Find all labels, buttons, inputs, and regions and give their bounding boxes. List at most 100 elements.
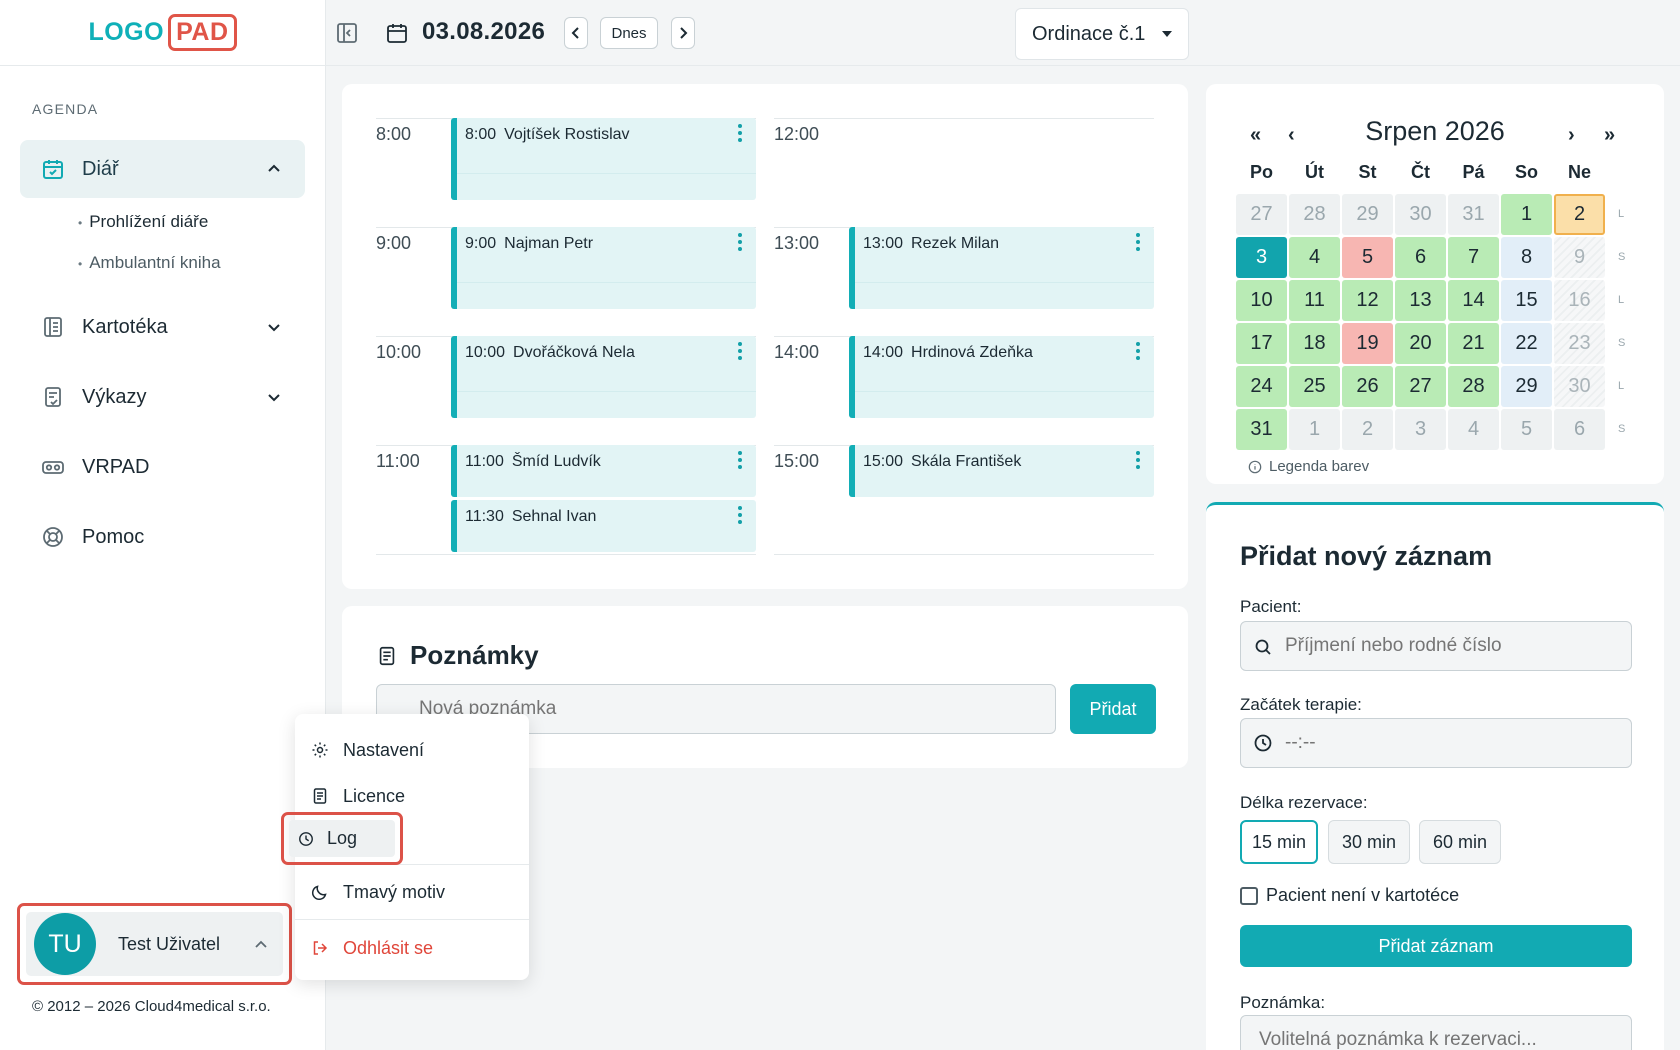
more-vertical-icon[interactable] <box>738 233 742 255</box>
sidebar-subitem-ambulantni-kniha[interactable]: • Ambulantní kniha <box>78 253 221 273</box>
weekday-header: Ne <box>1567 162 1591 182</box>
calendar-day[interactable]: 16 <box>1554 280 1605 321</box>
calendar-day[interactable]: 3 <box>1395 409 1446 450</box>
calendar-day[interactable]: 2 <box>1342 409 1393 450</box>
calendar-day[interactable]: 6 <box>1395 237 1446 278</box>
calendar-day[interactable]: 18 <box>1289 323 1340 364</box>
appointment-block[interactable]: 15:00 Skála František <box>849 445 1154 497</box>
sidebar-item-kartoteka[interactable]: Kartotéka <box>20 298 305 356</box>
calendar-day[interactable]: 29 <box>1501 366 1552 407</box>
chevron-down-icon[interactable] <box>265 388 283 406</box>
calendar-day[interactable]: 25 <box>1289 366 1340 407</box>
chevron-right-icon <box>680 27 688 39</box>
more-vertical-icon[interactable] <box>738 124 742 146</box>
calendar-day[interactable]: 28 <box>1289 194 1340 235</box>
calendar-day[interactable]: 7 <box>1448 237 1499 278</box>
color-legend[interactable]: Legenda barev <box>1248 458 1369 475</box>
calendar-day[interactable]: 6 <box>1554 409 1605 450</box>
calendar-day[interactable]: 31 <box>1236 409 1287 450</box>
appointment-block[interactable]: 8:00 Vojtíšek Rostislav <box>451 118 756 200</box>
more-vertical-icon[interactable] <box>738 506 742 528</box>
sidebar-item-vrpad[interactable]: VRPAD <box>20 438 305 496</box>
patient-search-input[interactable] <box>1240 621 1632 671</box>
logo-area: LOGO PAD <box>0 0 325 66</box>
calendar-day[interactable]: 27 <box>1236 194 1287 235</box>
calendar-day[interactable]: 2 <box>1554 194 1605 235</box>
calendar-day[interactable]: 30 <box>1395 194 1446 235</box>
sidebar-item-vykazy[interactable]: Výkazy <box>20 368 305 426</box>
hour-label: 12:00 <box>774 124 820 144</box>
user-card[interactable]: TU Test Uživatel <box>26 912 283 976</box>
calendar-day[interactable]: 22 <box>1501 323 1552 364</box>
sidebar-toggle-icon[interactable] <box>335 21 359 45</box>
appointment-block[interactable]: 11:30 Sehnal Ivan <box>451 500 756 552</box>
prev-day-button[interactable] <box>564 17 588 49</box>
calendar-day[interactable]: 23 <box>1554 323 1605 364</box>
calendar-day[interactable]: 19 <box>1342 323 1393 364</box>
calendar-day[interactable]: 29 <box>1342 194 1393 235</box>
calendar-day[interactable]: 27 <box>1395 366 1446 407</box>
appointment-block[interactable]: 14:00 Hrdinová Zdeňka <box>849 336 1154 418</box>
calendar-day[interactable]: 4 <box>1448 409 1499 450</box>
calendar-day[interactable]: 24 <box>1236 366 1287 407</box>
calendar-month-title: Srpen 2026 <box>1365 116 1505 146</box>
calendar-day[interactable]: 10 <box>1236 280 1287 321</box>
calendar-day[interactable]: 3 <box>1236 237 1287 278</box>
not-in-registry-checkbox[interactable] <box>1240 887 1258 905</box>
more-vertical-icon[interactable] <box>738 342 742 364</box>
caret-down-icon <box>1162 31 1172 37</box>
calendar-day[interactable]: 13 <box>1395 280 1446 321</box>
calendar-day[interactable]: 1 <box>1501 194 1552 235</box>
length-30-button[interactable]: 30 min <box>1328 820 1410 864</box>
chevron-down-icon[interactable] <box>265 318 283 336</box>
appointment-block[interactable]: 10:00 Dvořáčková Nela <box>451 336 756 418</box>
calendar-day[interactable]: 15 <box>1501 280 1552 321</box>
start-label: Začátek terapie: <box>1240 695 1362 714</box>
calendar-day[interactable]: 21 <box>1448 323 1499 364</box>
next-day-button[interactable] <box>671 17 695 49</box>
appointment-divider <box>457 173 756 174</box>
calendar-day[interactable]: 9 <box>1554 237 1605 278</box>
calendar-day[interactable]: 26 <box>1342 366 1393 407</box>
user-menu-toggle[interactable]: TU Test Uživatel <box>17 903 292 985</box>
office-select[interactable]: Ordinace č.1 <box>1015 8 1189 60</box>
calendar-day[interactable]: 28 <box>1448 366 1499 407</box>
length-15-button[interactable]: 15 min <box>1240 820 1318 864</box>
menu-item-logout[interactable]: Odhlásit se <box>295 925 529 971</box>
menu-item-log[interactable]: Log <box>289 820 395 857</box>
calendar-day[interactable]: 17 <box>1236 323 1287 364</box>
calendar-day[interactable]: 20 <box>1395 323 1446 364</box>
calendar-day[interactable]: 5 <box>1342 237 1393 278</box>
more-vertical-icon[interactable] <box>1136 342 1140 364</box>
more-vertical-icon[interactable] <box>1136 233 1140 255</box>
add-note-button[interactable]: Přidat <box>1070 684 1156 734</box>
calendar-day[interactable]: 5 <box>1501 409 1552 450</box>
menu-item-settings[interactable]: Nastavení <box>295 727 529 773</box>
appointment-block[interactable]: 13:00 Rezek Milan <box>849 227 1154 309</box>
appointment-block[interactable]: 9:00 Najman Petr <box>451 227 756 309</box>
chevron-up-icon[interactable] <box>265 160 283 178</box>
calendar-day[interactable]: 12 <box>1342 280 1393 321</box>
next-year-button[interactable]: » <box>1604 124 1615 147</box>
menu-item-dark-theme[interactable]: Tmavý motiv <box>295 869 529 915</box>
add-record-button[interactable]: Přidat záznam <box>1240 925 1632 967</box>
sidebar-item-diar[interactable]: Diář <box>20 140 305 198</box>
calendar-day[interactable]: 8 <box>1501 237 1552 278</box>
calendar-day[interactable]: 4 <box>1289 237 1340 278</box>
length-60-button[interactable]: 60 min <box>1419 820 1501 864</box>
more-vertical-icon[interactable] <box>1136 451 1140 473</box>
sidebar-subitem-prohlizeni[interactable]: • Prohlížení diáře <box>78 212 208 232</box>
start-time-input[interactable] <box>1240 718 1632 768</box>
reservation-note-input[interactable] <box>1240 1015 1632 1050</box>
appointment-block[interactable]: 11:00 Šmíd Ludvík <box>451 445 756 497</box>
next-month-button[interactable]: › <box>1568 124 1575 147</box>
sidebar-item-pomoc[interactable]: Pomoc <box>20 508 305 566</box>
calendar-day[interactable]: 14 <box>1448 280 1499 321</box>
today-button[interactable]: Dnes <box>600 17 658 49</box>
calendar-day[interactable]: 30 <box>1554 366 1605 407</box>
calendar-day[interactable]: 1 <box>1289 409 1340 450</box>
calendar-day[interactable]: 31 <box>1448 194 1499 235</box>
calendar-day[interactable]: 11 <box>1289 280 1340 321</box>
more-vertical-icon[interactable] <box>738 451 742 473</box>
logo[interactable]: LOGO PAD <box>88 13 237 52</box>
